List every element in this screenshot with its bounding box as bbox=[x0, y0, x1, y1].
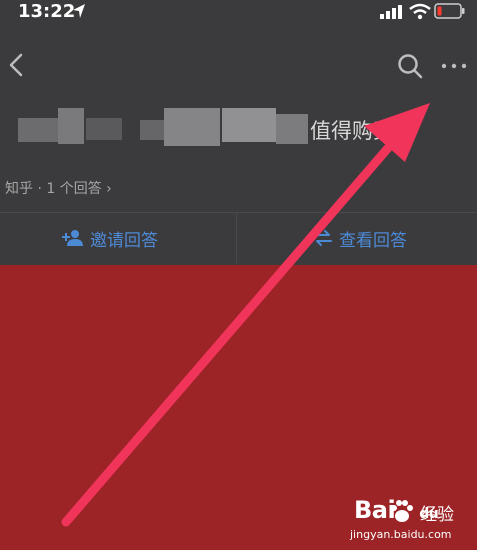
mosaic-block bbox=[140, 120, 164, 140]
wifi-icon bbox=[409, 3, 431, 20]
mosaic-block bbox=[222, 108, 276, 142]
view-answers-label: 查看回答 bbox=[339, 230, 407, 251]
add-person-icon bbox=[62, 230, 83, 246]
watermark-text: 经验 bbox=[420, 505, 454, 525]
battery-low-icon bbox=[434, 3, 465, 19]
question-title[interactable]: 值得购买 bbox=[310, 115, 394, 145]
mosaic-block bbox=[276, 114, 308, 144]
invite-answer-button[interactable]: 邀请回答 bbox=[62, 222, 158, 254]
search-icon[interactable] bbox=[396, 52, 424, 80]
back-chevron-icon[interactable] bbox=[6, 52, 28, 78]
paw-icon bbox=[391, 500, 413, 522]
mosaic-block bbox=[18, 118, 58, 142]
mosaic-block bbox=[58, 108, 84, 144]
mosaic-block bbox=[164, 108, 220, 146]
divider bbox=[236, 213, 237, 263]
header-area: 13:22 值得购买 知乎 · 1 个回答 › 邀请回答 查看回答 bbox=[0, 0, 477, 265]
invite-answer-label: 邀请回答 bbox=[90, 230, 158, 251]
more-dots-icon[interactable] bbox=[440, 55, 468, 77]
watermark-url: jingyan.baidu.com bbox=[350, 528, 452, 541]
status-bar: 13:22 bbox=[0, 0, 477, 26]
divider bbox=[0, 212, 477, 213]
swap-arrows-icon bbox=[314, 230, 332, 246]
view-answers-button[interactable]: 查看回答 bbox=[313, 222, 407, 254]
location-arrow-icon bbox=[73, 4, 85, 18]
baidu-jingyan-watermark: Bai du 经验 jingyan.baidu.com bbox=[350, 494, 470, 546]
cellular-signal-icon bbox=[380, 5, 402, 19]
question-title-mosaic bbox=[0, 104, 477, 152]
status-time: 13:22 bbox=[18, 1, 76, 22]
mosaic-block bbox=[86, 118, 122, 140]
question-meta[interactable]: 知乎 · 1 个回答 › bbox=[5, 178, 112, 198]
